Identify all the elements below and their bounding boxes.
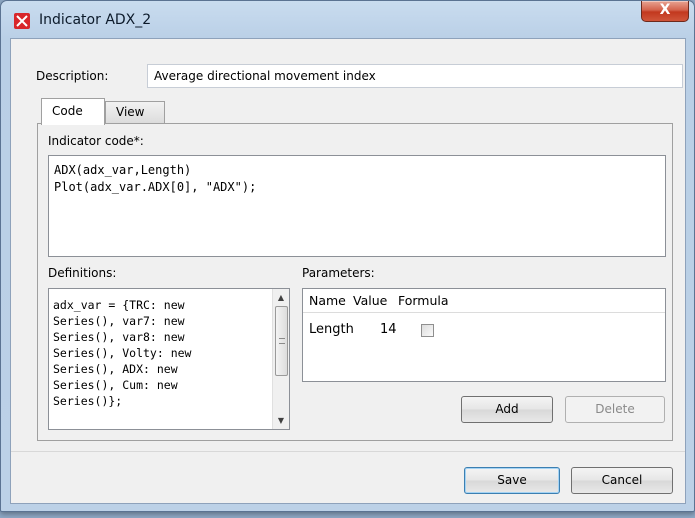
- tab-view[interactable]: View: [105, 101, 165, 123]
- scroll-grip-icon: [279, 338, 285, 344]
- scroll-down-arrow-icon[interactable]: ▼: [273, 412, 289, 429]
- indicator-code-editor[interactable]: ADX(adx_var,Length) Plot(adx_var.ADX[0],…: [48, 155, 666, 257]
- scroll-up-arrow-icon[interactable]: ▲: [273, 289, 289, 306]
- code-tab-panel: Indicator code*: ADX(adx_var,Length) Plo…: [37, 123, 673, 441]
- delete-button[interactable]: Delete: [565, 396, 665, 423]
- indicator-code-label: Indicator code*:: [48, 134, 144, 148]
- footer-divider: [11, 451, 685, 452]
- indicator-dialog: Indicator ADX_2 X Description: Average d…: [0, 0, 695, 512]
- add-button[interactable]: Add: [461, 396, 553, 423]
- description-input[interactable]: Average directional movement index: [147, 64, 683, 88]
- save-button[interactable]: Save: [464, 467, 560, 494]
- parameters-label: Parameters:: [302, 266, 375, 280]
- column-header-name[interactable]: Name: [309, 293, 346, 308]
- close-button[interactable]: X: [641, 1, 689, 22]
- title-bar[interactable]: Indicator ADX_2 X: [1, 1, 694, 39]
- tab-code[interactable]: Code: [41, 98, 105, 125]
- app-logo-icon: [14, 13, 30, 29]
- param-name-cell[interactable]: Length: [309, 322, 354, 337]
- definitions-scrollbar[interactable]: ▲ ▼: [272, 289, 289, 429]
- definitions-label: Definitions:: [48, 266, 117, 280]
- parameters-table: Name Value Formula Length 14: [302, 288, 666, 382]
- param-formula-checkbox[interactable]: [421, 324, 434, 337]
- description-label: Description:: [36, 69, 109, 83]
- table-row[interactable]: Length 14: [303, 317, 665, 343]
- column-header-formula[interactable]: Formula: [398, 293, 449, 308]
- param-value-cell[interactable]: 14: [380, 322, 397, 337]
- window-title: Indicator ADX_2: [39, 12, 152, 28]
- cancel-button[interactable]: Cancel: [571, 467, 673, 494]
- column-header-value[interactable]: Value: [353, 293, 387, 308]
- dialog-body: Description: Average directional movemen…: [10, 38, 686, 504]
- scroll-thumb[interactable]: [275, 306, 288, 376]
- table-header: Name Value Formula: [303, 289, 665, 313]
- definitions-editor[interactable]: adx_var = {TRC: new Series(), var7: new …: [48, 288, 290, 430]
- definitions-text[interactable]: adx_var = {TRC: new Series(), var7: new …: [53, 297, 268, 409]
